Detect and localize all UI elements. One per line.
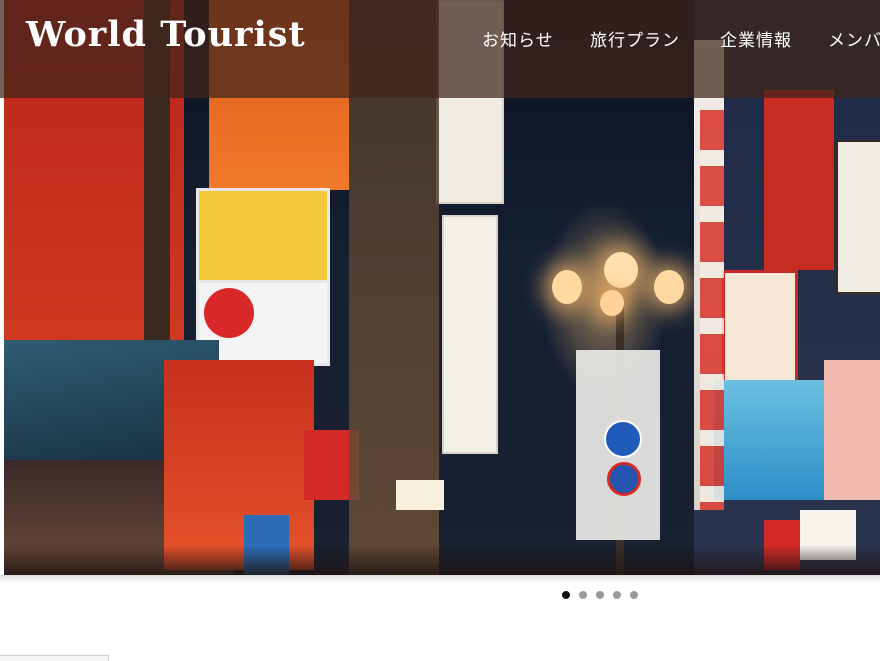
hero-sign-vertical-redwhite bbox=[700, 110, 724, 510]
hero-sign-white-vertical-2 bbox=[442, 215, 498, 454]
site-logo[interactable]: World Tourist bbox=[26, 14, 306, 55]
hero-street-ground bbox=[4, 545, 880, 575]
hero-sign-yellow bbox=[196, 188, 330, 284]
hero-lamp-light-2 bbox=[604, 252, 638, 288]
hero-lamp-light-4 bbox=[600, 290, 624, 316]
slider-dot-3[interactable] bbox=[596, 591, 604, 599]
nav-item-company-info[interactable]: 企業情報 bbox=[720, 26, 792, 51]
hero-sign-red-right bbox=[764, 90, 834, 270]
hero-sign-character bbox=[714, 380, 824, 500]
slider-dot-1[interactable] bbox=[562, 591, 570, 599]
slider-dot-4[interactable] bbox=[613, 591, 621, 599]
hero-sign-pink-right bbox=[824, 360, 880, 500]
hero-traffic-sign-noparking bbox=[607, 462, 641, 496]
hero-lamp-light-1 bbox=[552, 270, 582, 304]
nav-item-news[interactable]: お知らせ bbox=[482, 26, 554, 51]
hero-lamp-light-3 bbox=[654, 270, 684, 304]
nav-item-travel-plans[interactable]: 旅行プラン bbox=[590, 26, 680, 51]
hero-traffic-sign-blue bbox=[604, 420, 642, 458]
bottom-left-widget[interactable] bbox=[0, 655, 109, 661]
header-bar: World Tourist お知らせ 旅行プラン 企業情報 メンバー bbox=[0, 0, 880, 98]
hero-sign-cream-small bbox=[396, 480, 444, 510]
slider-dot-5[interactable] bbox=[630, 591, 638, 599]
slider-dot-2[interactable] bbox=[579, 591, 587, 599]
main-nav: お知らせ 旅行プラン 企業情報 メンバー bbox=[482, 26, 880, 54]
hero-sign-osaka bbox=[722, 270, 798, 386]
hero-sign-red-mid bbox=[164, 360, 314, 570]
hero-bottom-shadow bbox=[0, 575, 880, 583]
nav-item-members[interactable]: メンバー bbox=[828, 26, 880, 51]
hero-sign-kanji-right bbox=[836, 140, 880, 294]
hero-circle-red bbox=[204, 288, 254, 338]
